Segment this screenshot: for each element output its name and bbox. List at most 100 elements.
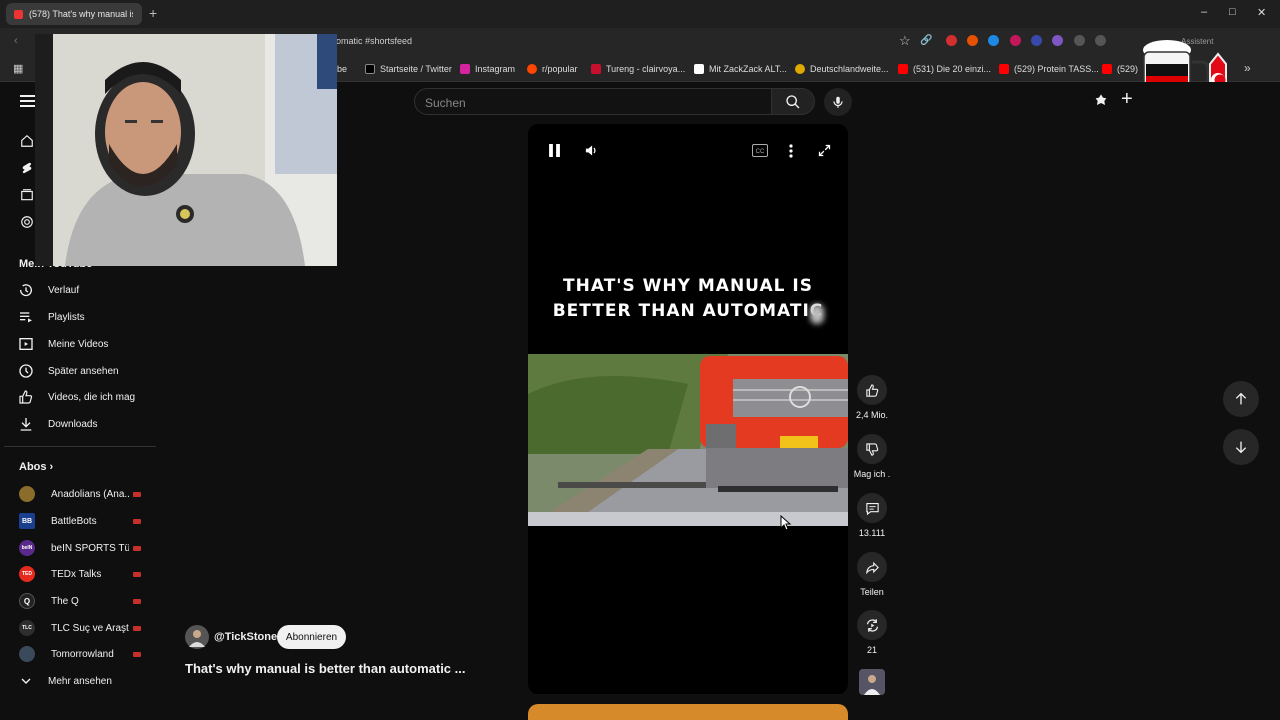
bookmark-item[interactable]: (529) Protein TASS... bbox=[999, 64, 1099, 74]
subscription-item[interactable]: TLC TLC Suç ve Araşt... bbox=[19, 618, 144, 638]
minimize-icon[interactable]: – bbox=[1201, 6, 1207, 18]
share-icon bbox=[865, 561, 879, 574]
zackzack-icon bbox=[694, 64, 704, 74]
more-options-icon[interactable] bbox=[789, 144, 793, 158]
sidebar-item-downloads[interactable]: Downloads bbox=[18, 414, 158, 434]
target-icon[interactable] bbox=[20, 215, 34, 229]
voice-search-button[interactable] bbox=[824, 88, 852, 116]
tab-title: (578) That's why manual is be bbox=[29, 9, 133, 19]
fullscreen-icon[interactable] bbox=[817, 143, 832, 158]
chevron-down-icon bbox=[21, 678, 31, 684]
sidebar-item-playlists[interactable]: Playlists bbox=[18, 307, 158, 327]
playlist-icon bbox=[20, 312, 32, 323]
bookmark-item[interactable]: Instagram bbox=[460, 64, 515, 74]
avatar: beIN bbox=[19, 540, 35, 556]
extension-icon[interactable] bbox=[1031, 35, 1042, 46]
subscription-item[interactable]: Tomorrowland bbox=[19, 644, 144, 664]
pause-icon[interactable] bbox=[548, 144, 561, 157]
channel-handle[interactable]: @TickStone bbox=[214, 631, 277, 643]
menu-icon[interactable] bbox=[20, 95, 35, 107]
bookmark-item[interactable]: Startseite / Twitter bbox=[365, 64, 452, 74]
youtube-favicon-icon bbox=[14, 9, 23, 19]
sidebar-item-my-videos[interactable]: Meine Videos bbox=[18, 334, 158, 354]
my-videos-icon bbox=[19, 338, 33, 350]
live-indicator bbox=[133, 625, 141, 631]
captions-icon[interactable]: CC bbox=[752, 144, 768, 157]
link-icon[interactable]: 🔗 bbox=[920, 35, 932, 46]
extension-icon[interactable] bbox=[988, 35, 999, 46]
browser-tab-bar: (578) That's why manual is be + – □ ✕ bbox=[0, 0, 1280, 28]
browser-tab[interactable]: (578) That's why manual is be bbox=[6, 3, 142, 25]
short-title[interactable]: That's why manual is better than automat… bbox=[185, 661, 465, 676]
new-tab-button[interactable]: + bbox=[149, 5, 157, 21]
avatar bbox=[19, 646, 35, 662]
subscriptions-section-title[interactable]: Abos › bbox=[19, 461, 53, 473]
bookmark-item[interactable]: be bbox=[337, 64, 347, 74]
comment-icon bbox=[865, 502, 879, 515]
bookmark-item[interactable]: r/popular bbox=[527, 64, 578, 74]
bookmark-item[interactable]: Tureng - clairvoya... bbox=[591, 64, 685, 74]
extension-icon[interactable] bbox=[1052, 35, 1063, 46]
like-count: 2,4 Mio. bbox=[855, 410, 888, 420]
sidebar-divider bbox=[4, 446, 156, 447]
bookmark-item[interactable]: Mit ZackZack ALT... bbox=[694, 64, 787, 74]
like-button[interactable]: 2,4 Mio. bbox=[842, 375, 902, 420]
subscription-item[interactable]: Anadolians (Ana... bbox=[19, 484, 144, 504]
subscription-item[interactable]: BB BattleBots bbox=[19, 511, 144, 531]
video-headline-overlay: THAT'S WHY MANUAL IS BETTER THAN AUTOMAT… bbox=[552, 276, 824, 321]
tureng-icon bbox=[591, 64, 601, 74]
extension-icon[interactable] bbox=[1010, 35, 1021, 46]
close-window-icon[interactable]: ✕ bbox=[1257, 6, 1266, 19]
subscription-item[interactable]: beIN beIN SPORTS Tü... bbox=[19, 538, 144, 558]
url-field[interactable]: omatic #shortsfeed bbox=[336, 36, 412, 46]
live-indicator bbox=[133, 598, 141, 604]
sidebar-item-watch-later[interactable]: Später ansehen bbox=[18, 361, 158, 381]
next-short-button[interactable] bbox=[1223, 429, 1259, 465]
sidebar-item-liked[interactable]: Videos, die ich mag bbox=[18, 387, 158, 407]
volume-icon[interactable] bbox=[584, 143, 599, 158]
dislike-label: Mag ich . bbox=[853, 469, 891, 479]
puzzle-icon[interactable] bbox=[1074, 35, 1085, 46]
bookmark-item[interactable]: Deutschlandweite... bbox=[795, 64, 889, 74]
show-more-button[interactable]: Mehr ansehen bbox=[18, 671, 158, 691]
create-shorts-icon[interactable] bbox=[1093, 93, 1109, 109]
avatar: TED bbox=[19, 566, 35, 582]
bookmark-item[interactable]: (531) Die 20 einzi... bbox=[898, 64, 991, 74]
shorts-player[interactable]: CC THAT'S WHY MANUAL IS BETTER THAN AUTO… bbox=[528, 124, 848, 694]
extension-icon[interactable] bbox=[967, 35, 978, 46]
search-input[interactable]: Suchen bbox=[414, 88, 772, 115]
download-toolbar-icon[interactable] bbox=[1095, 35, 1106, 46]
thumbs-down-icon bbox=[865, 442, 878, 456]
home-icon[interactable] bbox=[20, 134, 34, 148]
sound-thumbnail[interactable] bbox=[859, 669, 885, 695]
bookmark-star-icon[interactable]: ☆ bbox=[899, 33, 911, 49]
extension-icon[interactable] bbox=[946, 35, 957, 46]
shorts-icon[interactable] bbox=[20, 161, 34, 175]
sidebar-item-history[interactable]: Verlauf bbox=[18, 280, 158, 300]
apps-grid-icon[interactable]: ▦ bbox=[13, 62, 23, 75]
subscriptions-icon[interactable] bbox=[20, 188, 34, 202]
avatar: BB bbox=[19, 513, 35, 529]
remix-button[interactable]: 21 bbox=[842, 610, 902, 655]
streamer-webcam-icon bbox=[35, 34, 337, 266]
maximize-icon[interactable]: □ bbox=[1229, 6, 1236, 18]
next-short-preview[interactable] bbox=[528, 704, 848, 720]
back-icon[interactable]: ‹ bbox=[14, 35, 18, 47]
share-label: Teilen bbox=[860, 587, 884, 597]
comments-button[interactable]: 13.111 bbox=[842, 493, 902, 538]
avatar: Q bbox=[19, 593, 35, 609]
reddit-icon bbox=[527, 64, 537, 74]
search-button[interactable] bbox=[771, 88, 815, 115]
create-button[interactable]: + bbox=[1121, 88, 1133, 111]
subscription-item[interactable]: Q The Q bbox=[19, 591, 144, 611]
share-button[interactable]: Teilen bbox=[842, 552, 902, 597]
sound-avatar-icon bbox=[859, 669, 885, 695]
subscription-item[interactable]: TED TEDx Talks bbox=[19, 564, 144, 584]
comment-count: 13.111 bbox=[858, 528, 886, 538]
video-frame bbox=[528, 354, 848, 526]
subscribe-button[interactable]: Abonnieren bbox=[277, 625, 346, 649]
dislike-button[interactable]: Mag ich . bbox=[842, 434, 902, 479]
previous-short-button[interactable] bbox=[1223, 381, 1259, 417]
channel-avatar[interactable] bbox=[185, 625, 209, 649]
liked-icon bbox=[19, 390, 33, 404]
